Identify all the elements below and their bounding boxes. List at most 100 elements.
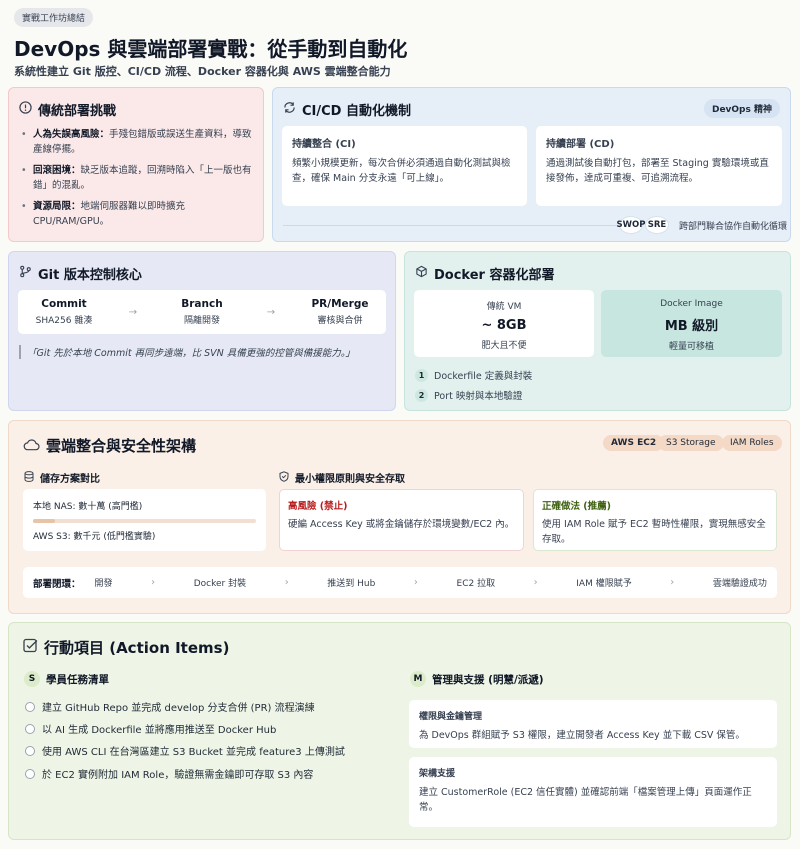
vm-note: 肥大且不便 (481, 341, 527, 351)
chevron-right-icon: › (533, 577, 538, 588)
task-item[interactable]: 以 AI 生成 Dockerfile 並將應用推送至 Docker Hub (25, 721, 276, 736)
students-badge: S (24, 671, 40, 687)
task-checkbox[interactable] (25, 723, 35, 734)
challenges-card: 傳統部署挑戰 人為失誤高風險：手殘包錯版或誤送生產資料，導致產線停擺。 回滾困境… (8, 87, 264, 242)
cloud-icon (23, 437, 40, 455)
vm-value: ~ 8GB (481, 318, 527, 333)
pipeline-step: EC2 拉取 (456, 579, 496, 589)
docker-step: 2 Port 映射與本地驗證 (415, 388, 522, 402)
challenge-term: 資源局限： (33, 201, 81, 212)
manager-card-title: 權限與金鑰管理 (419, 712, 483, 722)
cloud-card: 雲端整合與安全性架構 AWS EC2 S3 Storage IAM Roles … (8, 420, 791, 614)
task-text: 於 EC2 實例附加 IAM Role，驗證無需金鑰即可存取 S3 內容 (42, 770, 314, 781)
manager-card-desc: 為 DevOps 群組賦予 S3 權限，建立開發者 Access Key 並下載… (419, 730, 745, 741)
cicd-card: CI/CD 自動化機制 DevOps 精神 持續整合 (CI) 頻繁小規模更新，… (272, 87, 791, 242)
flow-step-pr-merge: PR/Merge 審核與合併 (300, 298, 380, 326)
managers-heading: M 管理與支援 (明慧/派遞) (410, 671, 544, 687)
good-title: 正確做法 (推薦) (542, 501, 611, 512)
storage-heading: 儲存方案對比 (24, 470, 100, 485)
pipeline-step: 推送到 Hub (327, 579, 376, 589)
ci-title: 持續整合 (CI) (292, 139, 356, 150)
security-bad-box: 高風險 (禁止) 硬編 Access Key 或將金鑰儲存於環境變數/EC2 內… (279, 489, 524, 551)
pipeline-step: Docker 封裝 (193, 579, 247, 589)
alert-circle-icon (19, 101, 32, 118)
actions-title: 行動項目 (Action Items) (44, 639, 230, 657)
cost-bar-fill (33, 519, 56, 523)
image-compare-box: Docker Image MB 級別 輕量可移植 (601, 290, 782, 357)
nas-cost: 本地 NAS: 數十萬 (高門檻) (33, 502, 143, 512)
task-checkbox[interactable] (25, 745, 35, 756)
cube-icon (415, 265, 428, 282)
image-value: MB 級別 (664, 319, 719, 334)
manager-card: 權限與金鑰管理 為 DevOps 群組賦予 S3 權限，建立開發者 Access… (409, 700, 777, 748)
chevron-right-icon: › (413, 577, 418, 588)
git-flow: Commit SHA256 雜湊 → Branch 隔離開發 → PR/Merge 審… (18, 290, 386, 334)
security-heading: 最小權限原則與安全存取 (279, 470, 405, 485)
docker-step: 1 Dockerfile 定義與封裝 (415, 368, 532, 382)
challenges-title: 傳統部署挑戰 (38, 104, 117, 119)
workshop-tag: 實戰工作坊總結 (14, 8, 94, 27)
flow-step-commit: Commit SHA256 雜湊 (24, 298, 104, 326)
challenges-heading: 傳統部署挑戰 (19, 100, 116, 119)
docker-title: Docker 容器化部署 (434, 268, 555, 283)
task-checkbox[interactable] (25, 768, 35, 779)
divider (283, 225, 623, 226)
devops-badge: DevOps 精神 (703, 99, 780, 118)
manager-card-title: 架構支援 (419, 769, 456, 779)
task-text: 使用 AWS CLI 在台灣區建立 S3 Bucket 並完成 feature3… (42, 747, 345, 758)
bad-title: 高風險 (禁止) (288, 501, 348, 512)
cloud-title: 雲端整合與安全性架構 (46, 437, 197, 455)
managers-title: 管理與支援 (明慧/派遞) (432, 673, 544, 686)
page-title: DevOps 與雲端部署實戰：從手動到自動化 (14, 37, 408, 61)
cd-title: 持續部署 (CD) (546, 139, 615, 150)
tag-s3-storage: S3 Storage (658, 435, 724, 451)
chevron-right-icon: › (284, 577, 289, 588)
step-number: 2 (415, 388, 428, 402)
step-text: Port 映射與本地驗證 (434, 391, 523, 402)
image-note: 輕量可移植 (668, 342, 714, 352)
role-avatar: SWOP (617, 216, 645, 234)
s3-cost: AWS S3: 數千元 (低門檻實驗) (33, 532, 156, 542)
flow-step-desc: 審核與合併 (317, 316, 363, 326)
arrow-right-icon: → (128, 306, 138, 318)
list-item: 人為失誤高風險：手殘包錯版或誤送生產資料，導致產線停擺。 (21, 127, 257, 157)
list-item: 資源局限：地端伺服器難以即時擴充 CPU/RAM/GPU。 (21, 199, 257, 229)
bad-desc: 硬編 Access Key 或將金鑰儲存於環境變數/EC2 內。 (288, 519, 515, 530)
flow-step-name: PR/Merge (311, 298, 369, 310)
chevron-right-icon: › (151, 577, 156, 588)
vm-label: 傳統 VM (486, 302, 522, 312)
task-text: 以 AI 生成 Dockerfile 並將應用推送至 Docker Hub (42, 725, 277, 736)
docker-card: Docker 容器化部署 傳統 VM ~ 8GB 肥大且不便 Docker Im… (404, 251, 791, 411)
git-heading: Git 版本控制核心 (19, 264, 142, 283)
list-item: 回滾困境：缺乏版本追蹤，回溯時陷入「上一版也有錯」的混亂。 (21, 163, 257, 193)
task-checkbox[interactable] (25, 701, 35, 712)
page-subtitle: 系統性建立 Git 版控、CI/CD 流程、Docker 容器化與 AWS 雲端… (14, 65, 391, 78)
cicd-heading: CI/CD 自動化機制 (283, 100, 411, 119)
shield-check-icon (279, 470, 289, 485)
git-branch-icon (19, 265, 32, 282)
challenges-list: 人為失誤高風險：手殘包錯版或誤送生產資料，導致產線停擺。 回滾困境：缺乏版本追蹤… (21, 127, 257, 235)
flow-step-name: Commit (41, 298, 87, 310)
manager-card-desc: 建立 CustomerRole (EC2 信任實體) 並確認前端「檔案管理上傳」… (419, 787, 752, 813)
flow-step-desc: SHA256 雜湊 (35, 316, 93, 326)
cost-bar (33, 519, 256, 523)
task-item[interactable]: 建立 GitHub Repo 並完成 develop 分支合併 (PR) 流程演… (25, 699, 315, 714)
good-desc: 使用 IAM Role 賦予 EC2 暫時性權限，實現無感安全存取。 (542, 519, 766, 545)
students-heading: S 學員任務清單 (24, 671, 109, 687)
vm-compare-box: 傳統 VM ~ 8GB 肥大且不便 (414, 290, 594, 357)
pipeline-step: 開發 (94, 579, 113, 589)
checkbox-icon (23, 638, 38, 657)
manager-card: 架構支援 建立 CustomerRole (EC2 信任實體) 並確認前端「檔案… (409, 757, 777, 827)
ci-desc: 頻繁小規模更新，每次合併必須通過自動化測試與檢查，確保 Main 分支永遠「可上… (292, 158, 511, 184)
action-items-card: 行動項目 (Action Items) S 學員任務清單 建立 GitHub R… (8, 622, 791, 840)
git-quote: 「Git 先於本地 Commit 再同步遠端，比 SVN 具備更強的控管與備援能… (19, 345, 355, 359)
task-item[interactable]: 使用 AWS CLI 在台灣區建立 S3 Bucket 並完成 feature3… (25, 743, 345, 758)
actions-heading: 行動項目 (Action Items) (23, 637, 229, 658)
cloud-heading: 雲端整合與安全性架構 (23, 435, 196, 456)
cd-desc: 通過測試後自動打包，部署至 Staging 實驗環境或直接發佈，達成可重複、可追… (546, 158, 769, 184)
role-avatar: SRE (645, 216, 669, 234)
storage-title: 儲存方案對比 (40, 474, 100, 485)
docker-heading: Docker 容器化部署 (415, 264, 554, 283)
task-item[interactable]: 於 EC2 實例附加 IAM Role，驗證無需金鑰即可存取 S3 內容 (25, 766, 313, 781)
cicd-title: CI/CD 自動化機制 (302, 104, 411, 119)
